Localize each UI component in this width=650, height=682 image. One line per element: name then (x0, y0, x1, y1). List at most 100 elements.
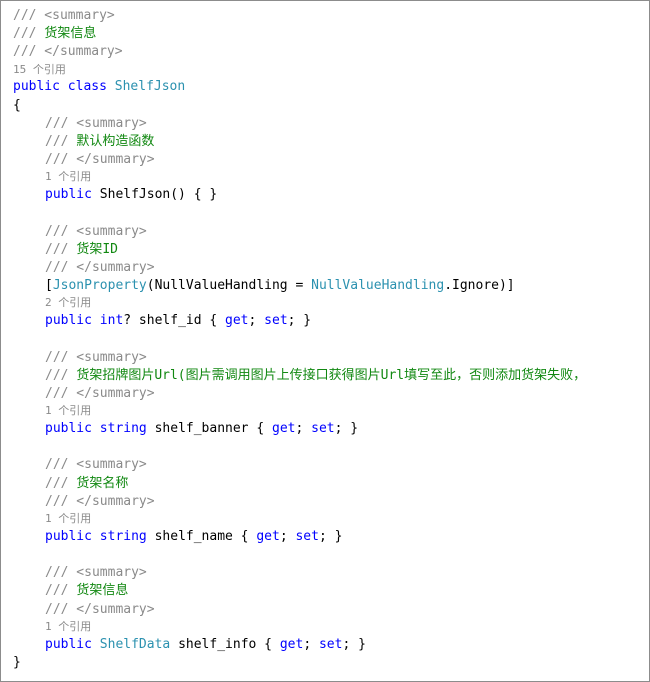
code-token: /// </summary> (13, 44, 123, 60)
code-token: public (13, 79, 60, 95)
code-token: ; (279, 528, 296, 544)
code-token: 默认构造函数 (76, 134, 155, 149)
code-line: /// </summary> (45, 385, 155, 403)
code-token: ; (248, 313, 265, 329)
code-token: /// <summary> (13, 8, 115, 23)
code-token: shelf_name { (146, 528, 257, 544)
code-token: 货架信息 (76, 583, 129, 599)
code-token: /// (45, 134, 77, 149)
code-line: public class ShelfJson (13, 78, 185, 96)
code-token: 货架信息 (44, 26, 97, 42)
code-token: /// (45, 583, 77, 599)
code-line: /// 货架ID (45, 241, 118, 259)
code-line: /// <summary> (45, 115, 147, 133)
code-token: 1 个引用 (45, 619, 92, 633)
code-editor[interactable]: /// <summary>/// 货架信息/// </summary> 15 个引… (0, 0, 650, 682)
code-token: (NullValueHandling = (146, 278, 312, 294)
code-line: /// 货架招牌图片Url(图片需调用图片上传接口获得图片Url填写至此，否则添… (45, 367, 586, 385)
code-line: /// </summary> (45, 493, 155, 511)
code-line: public ShelfJson() { } (45, 186, 217, 204)
code-line: /// 默认构造函数 (45, 133, 154, 151)
code-line: public string shelf_banner { get; set; } (45, 420, 358, 438)
code-token: /// (13, 26, 45, 42)
code-token: set (264, 313, 288, 329)
code-line: /// <summary> (45, 456, 147, 474)
codelens-reference-count[interactable]: 1 个引用 (45, 404, 91, 418)
code-token: /// </summary> (45, 601, 155, 617)
code-token: /// </summary> (45, 386, 155, 401)
code-token: 1 个引用 (45, 170, 92, 184)
code-line: /// </summary> (45, 601, 155, 619)
code-token: get (256, 528, 280, 544)
code-token: 货架名称 (76, 475, 129, 491)
code-line: /// <summary> (13, 7, 115, 25)
code-token: set (318, 636, 343, 652)
codelens-reference-count[interactable]: 1 个引用 (45, 512, 91, 526)
code-line: /// 货架信息 (45, 582, 128, 600)
code-token: /// </summary> (45, 152, 155, 168)
code-line: /// </summary> (45, 151, 155, 169)
code-token: .Ignore)] (444, 278, 515, 294)
code-token: [ (45, 278, 53, 294)
code-token: ; } (318, 528, 343, 544)
code-line: /// 货架信息 (13, 25, 96, 43)
code-token: string (99, 528, 147, 544)
code-token: 15 个引用 (13, 62, 66, 76)
code-token: public (45, 528, 92, 544)
code-token: ShelfJson() { } (91, 187, 218, 203)
code-token: /// <summary> (45, 115, 147, 131)
code-line: /// </summary> (45, 259, 155, 277)
code-line: /// <summary> (45, 223, 147, 241)
code-token: /// <summary> (45, 223, 147, 239)
code-token: 1 个引用 (45, 512, 92, 525)
code-token: set (311, 421, 335, 436)
code-token: 2 个引用 (45, 296, 92, 310)
code-token: shelf_banner { (146, 421, 272, 436)
code-token: ; } (342, 636, 366, 652)
code-token: public (45, 187, 92, 203)
code-token: ShelfJson (114, 79, 186, 95)
code-token: /// <summary> (45, 457, 147, 473)
codelens-reference-count[interactable]: 15 个引用 (13, 63, 66, 77)
code-token: /// <summary> (45, 565, 147, 581)
code-token: /// </summary> (45, 493, 155, 509)
code-token: get (279, 636, 304, 652)
code-token: JsonProperty (52, 278, 147, 294)
code-token: public (45, 421, 92, 436)
codelens-reference-count[interactable]: 1 个引用 (45, 170, 91, 184)
code-line: public string shelf_name { get; set; } (45, 528, 342, 546)
code-token: { (13, 97, 21, 113)
code-line: { (13, 97, 21, 115)
code-token: 货架ID (76, 241, 118, 257)
code-token: ; } (334, 421, 359, 436)
codelens-reference-count[interactable]: 2 个引用 (45, 296, 91, 310)
codelens-reference-count[interactable]: 1 个引用 (45, 620, 91, 634)
code-token: public (45, 313, 92, 329)
code-token: string (99, 421, 147, 436)
code-line: /// </summary> (13, 43, 123, 61)
code-line: /// <summary> (45, 564, 147, 582)
code-token: /// </summary> (45, 260, 155, 275)
code-line: public int? shelf_id { get; set; } (45, 312, 311, 330)
code-token: get (272, 421, 296, 436)
code-token: /// (45, 367, 77, 383)
code-token: ShelfData (99, 636, 171, 652)
code-token: ? shelf_id { (123, 313, 226, 329)
code-token: 货架招牌图片Url(图片需调用图片上传接口获得图片Url填写至此，否则添加货架失… (76, 367, 587, 383)
code-token: get (225, 313, 249, 329)
code-token: int (99, 313, 124, 329)
code-token: /// <summary> (45, 349, 147, 365)
code-token: /// (45, 475, 77, 491)
code-token: NullValueHandling (311, 278, 445, 294)
code-token: /// (45, 241, 77, 257)
code-token: public (45, 636, 92, 652)
code-line: /// <summary> (45, 349, 147, 367)
code-token: } (13, 654, 21, 670)
code-token: shelf_info { (170, 636, 280, 652)
